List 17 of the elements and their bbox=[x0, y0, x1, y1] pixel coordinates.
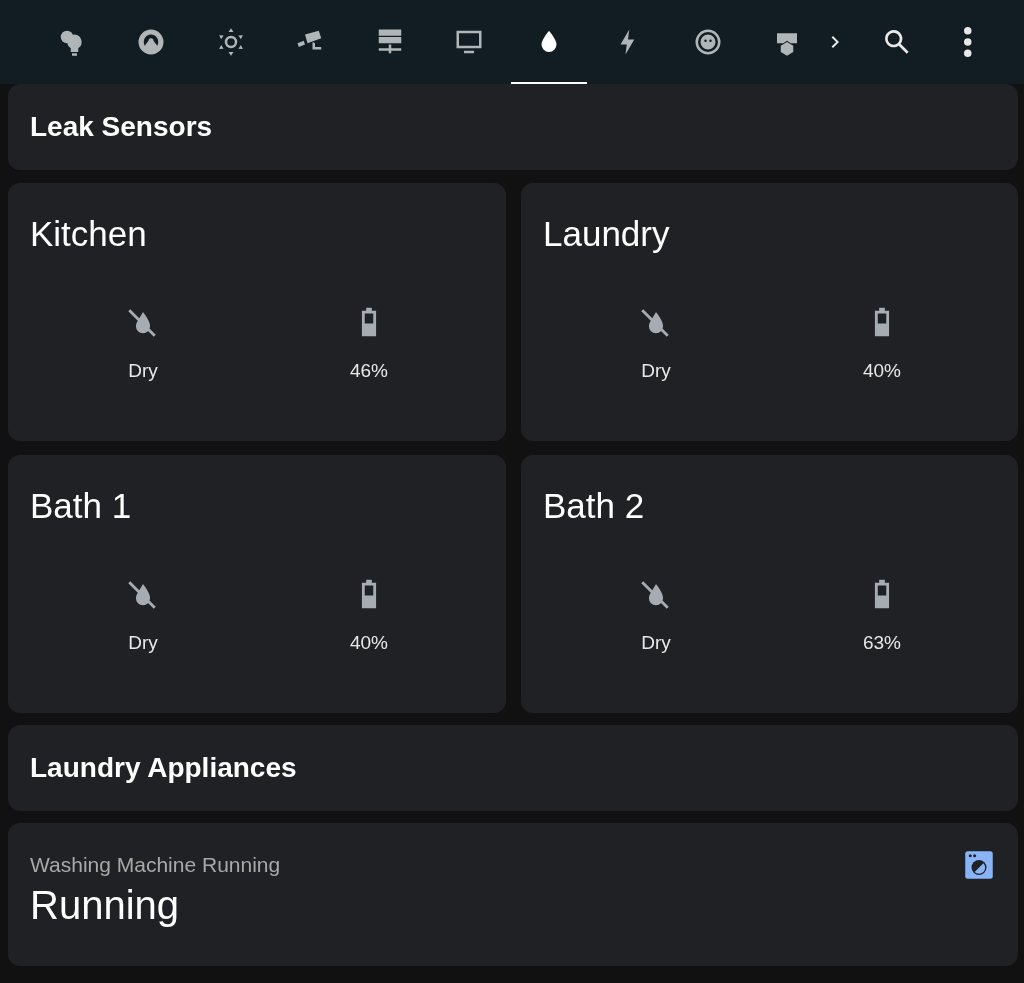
card-title: Kitchen bbox=[30, 213, 148, 255]
card-title: Laundry bbox=[543, 213, 671, 255]
entity-state: Dry bbox=[128, 631, 158, 655]
card-title: Bath 2 bbox=[543, 485, 646, 527]
entity-state: 40% bbox=[863, 359, 901, 383]
section-title: Leak Sensors bbox=[30, 110, 213, 144]
entity-state: Dry bbox=[641, 359, 671, 383]
entity-state: Dry bbox=[128, 359, 158, 383]
section-title: Laundry Appliances bbox=[30, 751, 297, 785]
entity-state: 63% bbox=[863, 631, 901, 655]
entity-state: 40% bbox=[350, 631, 388, 655]
menu-icon bbox=[964, 27, 972, 57]
entity-state: 46% bbox=[350, 359, 388, 383]
card-title: Bath 1 bbox=[30, 485, 133, 527]
entity-state: Dry bbox=[641, 631, 671, 655]
entity-state: Running bbox=[30, 881, 180, 929]
entity-name: Washing Machine Running bbox=[30, 852, 281, 878]
